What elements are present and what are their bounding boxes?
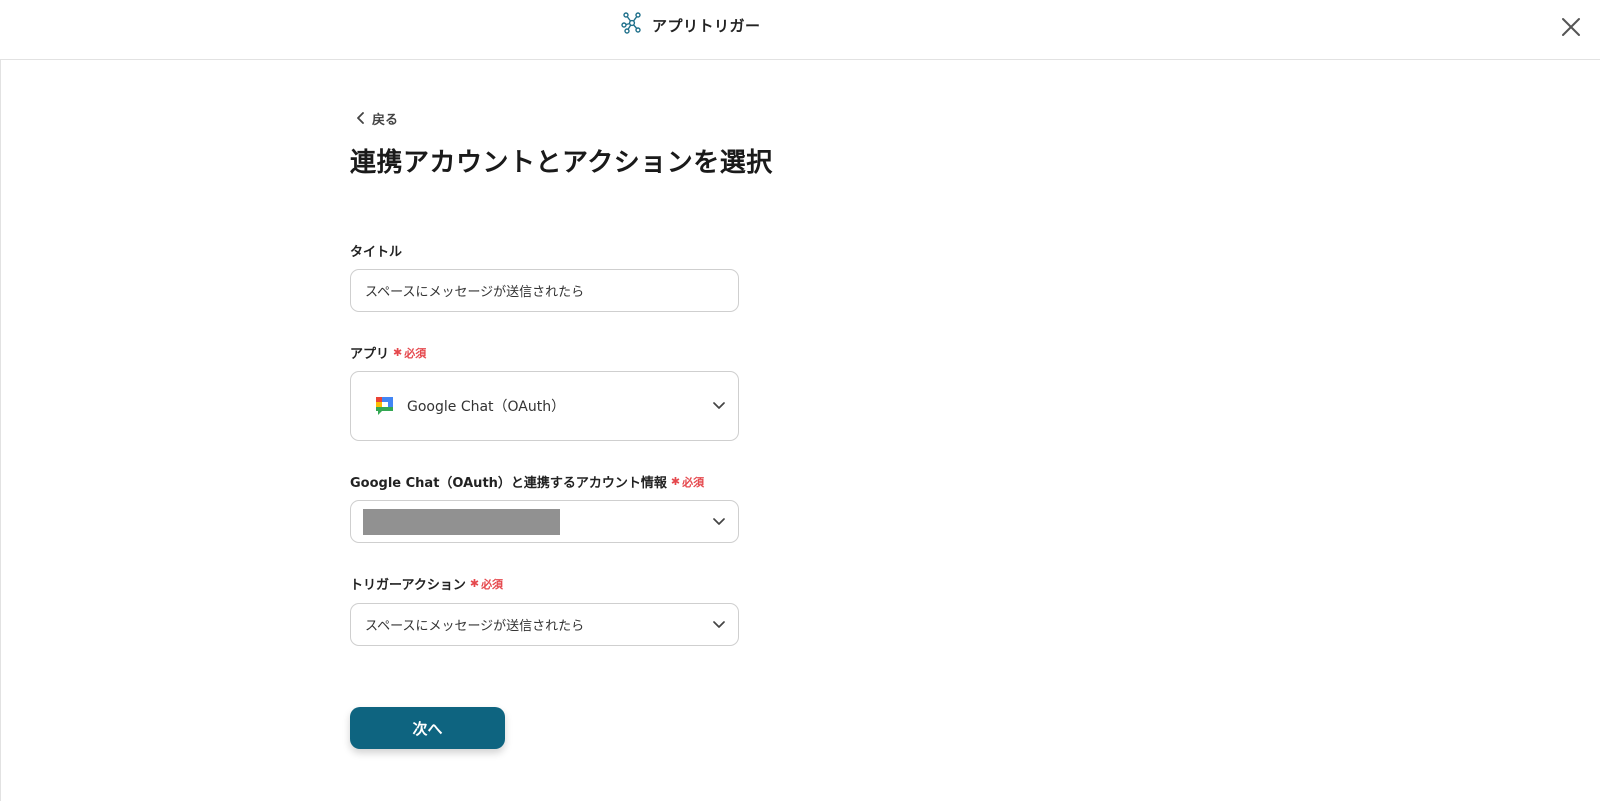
close-icon	[1562, 18, 1580, 36]
chevron-down-icon	[712, 515, 726, 529]
redacted-account-value	[363, 508, 560, 535]
account-field-label: Google Chat（OAuth）と連携するアカウント情報 ✱ 必須	[350, 472, 704, 491]
asterisk-icon: ✱	[670, 475, 681, 488]
required-badge: ✱ 必須	[671, 474, 704, 490]
required-text: 必須	[682, 475, 705, 489]
google-chat-icon	[376, 397, 393, 415]
back-link[interactable]: 戻る	[356, 108, 398, 128]
asterisk-icon: ✱	[393, 346, 403, 359]
title-label-text: タイトル	[350, 245, 403, 260]
trigger-action-value: スペースにメッセージが送信されたら	[365, 619, 585, 634]
account-label-text: Google Chat（OAuth）と連携するアカウント情報	[350, 476, 667, 491]
chevron-down-icon	[712, 618, 726, 632]
title-input[interactable]: スペースにメッセージが送信されたら	[350, 269, 739, 312]
required-badge: ✱ 必須	[470, 576, 503, 592]
brand: アプリトリガー	[620, 12, 761, 38]
required-badge: ✱ 必須	[393, 345, 426, 361]
page-title: 連携アカウントとアクションを選択	[350, 148, 773, 178]
chevron-left-icon	[357, 112, 364, 124]
app-field-label: アプリ ✱ 必須	[350, 343, 426, 362]
asterisk-icon: ✱	[469, 577, 480, 590]
trigger-action-select[interactable]: スペースにメッセージが送信されたら	[350, 603, 739, 646]
title-field-label: タイトル	[350, 241, 402, 260]
app-select[interactable]: Google Chat（OAuth）	[350, 371, 739, 441]
content-area	[0, 60, 1600, 801]
page-header-title: アプリトリガー	[652, 16, 761, 35]
back-label: 戻る	[372, 112, 399, 128]
next-button[interactable]: 次へ	[350, 707, 505, 749]
app-label-text: アプリ	[350, 347, 390, 362]
app-select-value: Google Chat（OAuth）	[407, 399, 566, 415]
top-bar: アプリトリガー	[0, 0, 1600, 60]
required-text: 必須	[481, 577, 504, 591]
chevron-down-icon	[712, 399, 726, 413]
account-select[interactable]	[350, 500, 739, 543]
required-text: 必須	[404, 346, 427, 360]
close-button[interactable]	[1556, 12, 1586, 42]
network-nodes-icon	[620, 11, 644, 39]
trigger-action-label-text: トリガーアクション	[350, 578, 466, 593]
trigger-action-field-label: トリガーアクション ✱ 必須	[350, 574, 503, 593]
title-input-value: スペースにメッセージが送信されたら	[365, 285, 585, 300]
